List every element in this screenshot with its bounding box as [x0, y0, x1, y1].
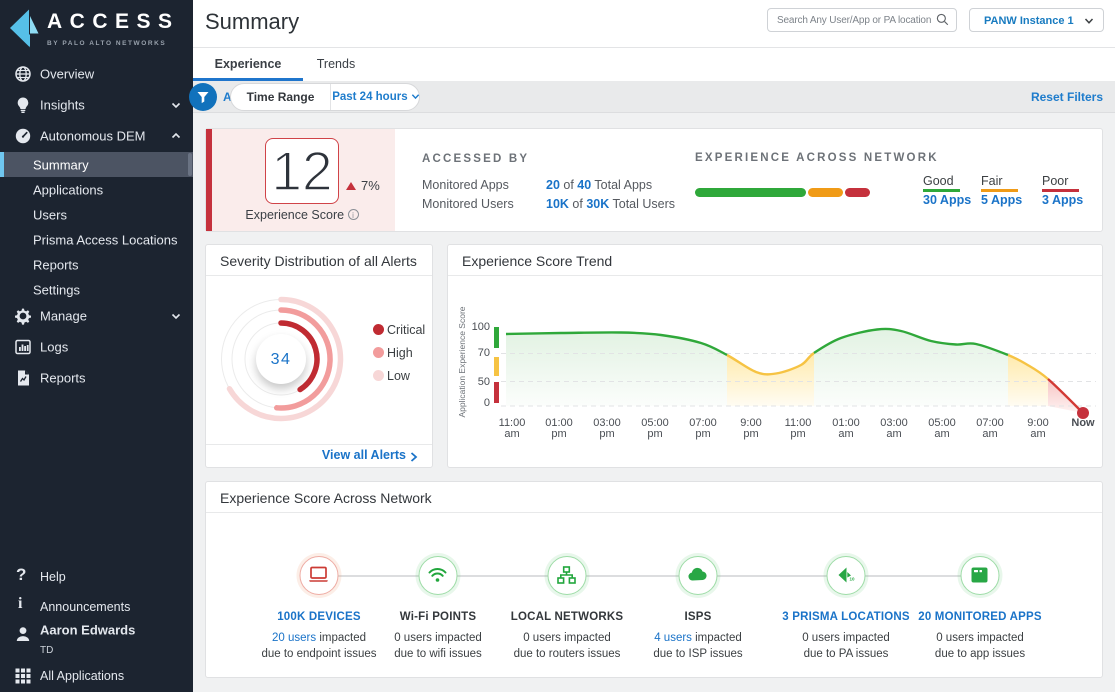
svg-text:10: 10 — [850, 577, 856, 582]
